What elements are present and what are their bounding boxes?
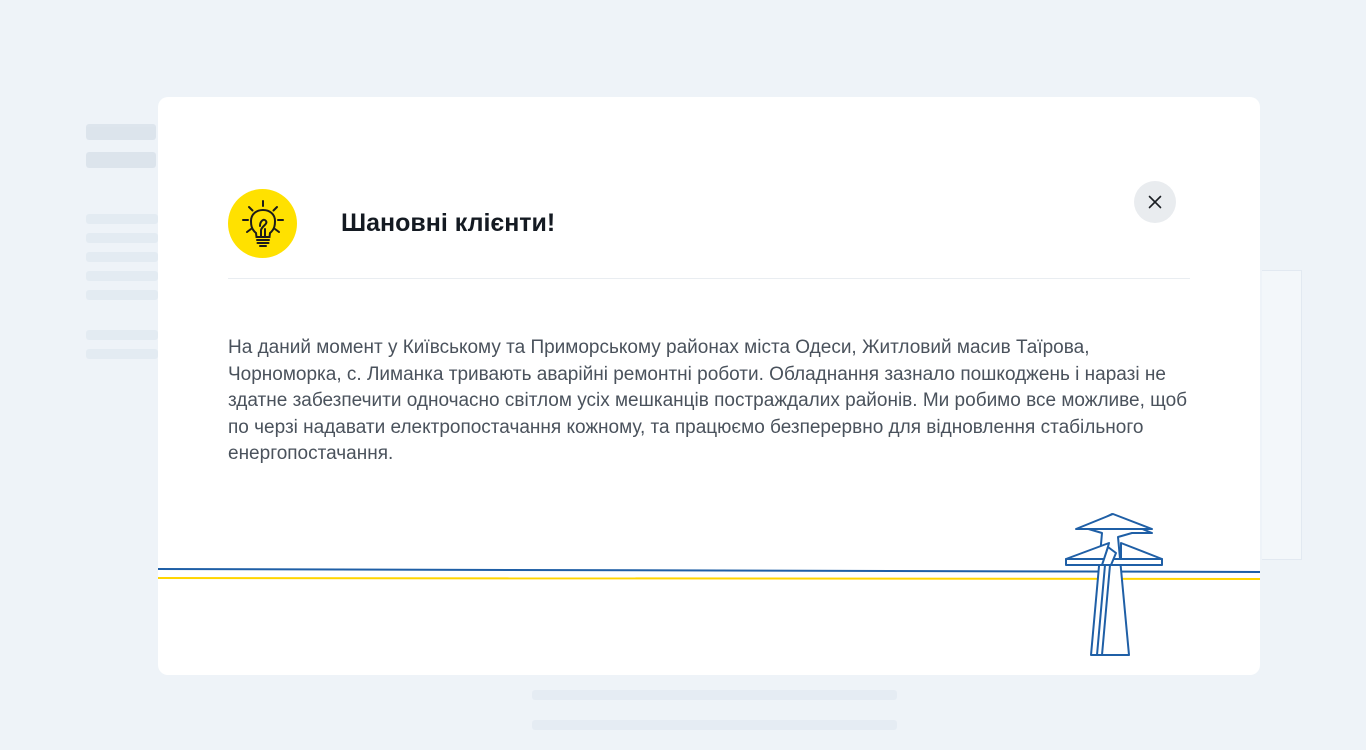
- lightbulb-icon: [228, 189, 297, 258]
- background-heading-placeholder: [86, 124, 156, 180]
- yellow-power-line: [158, 577, 1260, 580]
- power-line-illustration: [158, 513, 1260, 656]
- header-divider: [228, 278, 1190, 279]
- blue-power-line: [158, 568, 1260, 573]
- notice-message: На даний момент у Київському та Приморсь…: [228, 337, 1188, 464]
- notice-modal: Шановні клієнти! На даний момент у Київс…: [158, 97, 1260, 675]
- close-button[interactable]: [1134, 181, 1176, 223]
- background-text-placeholder: [86, 330, 158, 368]
- close-icon: [1148, 195, 1162, 209]
- modal-title: Шановні клієнти!: [341, 209, 556, 237]
- background-panel: [1262, 270, 1302, 560]
- power-tower-icon: [1065, 513, 1163, 656]
- background-footer-placeholder: [532, 690, 897, 739]
- background-text-placeholder: [86, 214, 158, 309]
